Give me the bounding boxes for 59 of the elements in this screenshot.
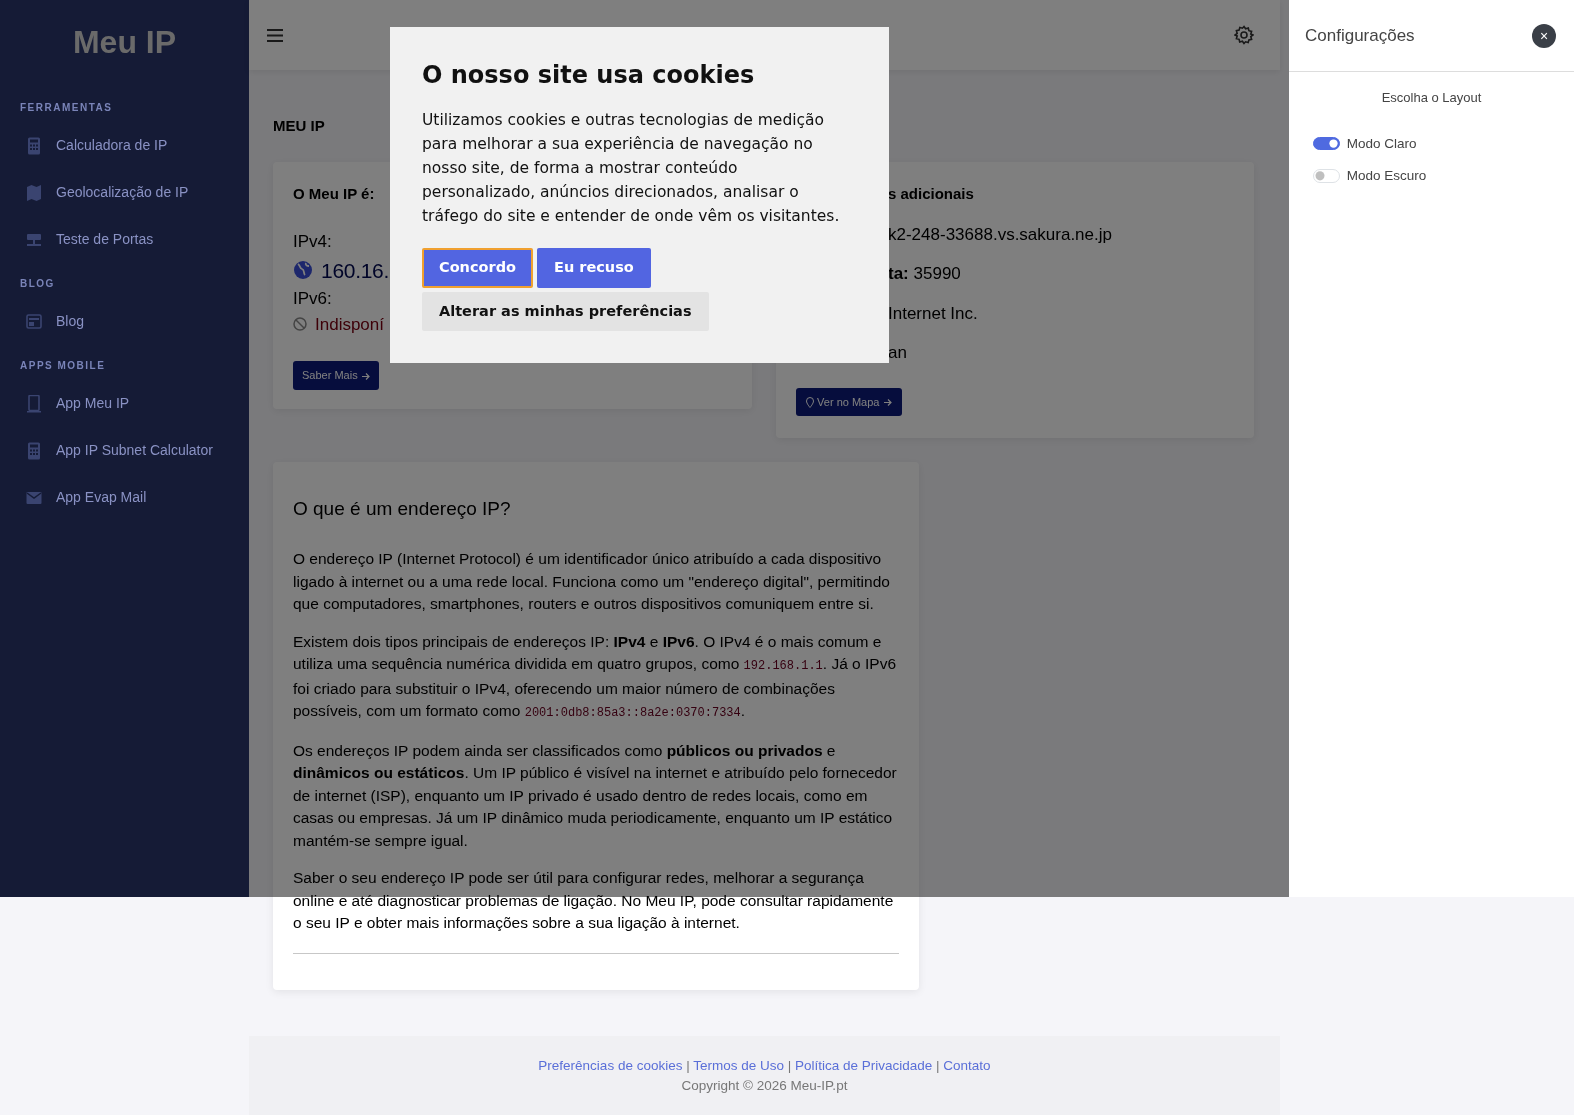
calculator-icon [26, 441, 42, 460]
switch-label[interactable]: Modo Escuro [1346, 165, 1427, 186]
calculator-icon [26, 136, 42, 155]
info-line: k2-248-33688.vs.sakura.ne.jp [888, 223, 1113, 246]
ip-address: 160.16. [321, 257, 389, 284]
status-text: Indisponí [315, 313, 384, 336]
arrow-icon [882, 398, 892, 408]
section-heading: APPS MOBILE [20, 359, 107, 373]
footer-link[interactable]: Termos de Uso [693, 1058, 784, 1073]
separator: | [935, 1058, 941, 1073]
logo[interactable]: Meu IP [20, 18, 229, 66]
section-label: Escolha o Layout [1380, 89, 1483, 107]
map-button[interactable]: Ver no Mapa [796, 387, 902, 416]
consent-button[interactable]: Eu recuso [537, 247, 651, 288]
info-line: ta: 35990 [888, 263, 962, 285]
arrow-icon [360, 371, 370, 381]
sidebar-item[interactable]: Blog [56, 311, 85, 332]
paragraph: O endereço IP (Internet Protocol) é um identificador único atribuído a cada dispositivo ligado à internet ou a uma rede local. Funciona como um "endereço digital", permitindo que computadores, smartphones, routers e outros dispositivos comuniquem entre si. [293, 549, 891, 615]
info-line: Internet Inc. [888, 302, 979, 325]
sidebar-item[interactable]: Geolocalização de IP [56, 182, 189, 203]
ipv6-label: IPv6: [293, 288, 332, 310]
globe-icon [293, 260, 313, 281]
map-icon [26, 183, 42, 202]
card-title: O Meu IP é: [293, 183, 375, 204]
sidebar-item[interactable]: App Meu IP [56, 393, 130, 414]
settings-icon[interactable] [1234, 25, 1254, 45]
toggle-switch[interactable] [1313, 136, 1340, 151]
footer-link[interactable]: Política de Privacidade [795, 1058, 933, 1073]
footer-link[interactable]: Contato [943, 1058, 991, 1073]
phone-icon [26, 394, 42, 413]
consent-button[interactable]: Concordo [422, 247, 533, 288]
dialog-text: Utilizamos cookies e outras tecnologias de medição para melhorar a sua experiência de navegação no nosso site, de forma a mostrar conteúdo personalizado, anúncios direcionados, analisar o tráfego do site e entender de onde vêm os visitantes. [422, 109, 841, 227]
paragraph: Os endereços IP podem ainda ser classificados como públicos ou privados e dinâmicos ou estáticos. Um IP público é visível na internet e atribuído pelo fornecedor de internet (ISP), enquanto um IP privado é usado dentro de redes locais, como em casas ou empresas. Já um IP dinâmico muda periodicamente, enquanto um IP estático mantém-se sempre igual. [293, 740, 898, 851]
newspaper-icon [26, 312, 42, 331]
page-title: MEU IP [273, 116, 325, 136]
sidebar-item[interactable]: App Evap Mail [56, 487, 147, 508]
ipv4-label: IPv4: [293, 231, 332, 253]
article-title: O que é um endereço IP? [293, 497, 512, 521]
section-heading: BLOG [20, 277, 56, 291]
close-button[interactable]: × [1532, 23, 1556, 48]
dialog-title: O nosso site usa cookies [422, 61, 756, 90]
separator: | [685, 1058, 691, 1073]
sidebar-item[interactable]: App IP Subnet Calculator [56, 440, 213, 461]
switch-label[interactable]: Modo Claro [1346, 133, 1417, 154]
panel-title: Configurações [1305, 24, 1415, 47]
sidebar-item[interactable]: Calculadora de IP [56, 135, 168, 156]
footer-link[interactable]: Preferências de cookies [538, 1058, 683, 1073]
card-title: s adicionais [888, 183, 974, 204]
pin-icon [806, 397, 814, 409]
more-button[interactable]: Saber Mais [293, 361, 379, 390]
separator: | [786, 1058, 793, 1073]
info-line: an [888, 342, 908, 364]
ban-icon [293, 317, 307, 332]
preferences-button[interactable]: Alterar as minhas preferências [422, 291, 709, 332]
paragraph: Saber o seu endereço IP pode ser útil para configurar redes, melhorar a segurança online e até diagnosticar problemas de ligação. No Meu IP, pode consultar rapidamente o seu IP e obter mais informações sobre a sua ligação à internet. [293, 868, 895, 934]
menu-icon[interactable] [267, 28, 283, 42]
sidebar-item[interactable]: Teste de Portas [56, 229, 154, 250]
section-heading: FERRAMENTAS [20, 101, 114, 115]
copyright: Copyright © 2026 Meu-IP.pt [681, 1077, 848, 1096]
